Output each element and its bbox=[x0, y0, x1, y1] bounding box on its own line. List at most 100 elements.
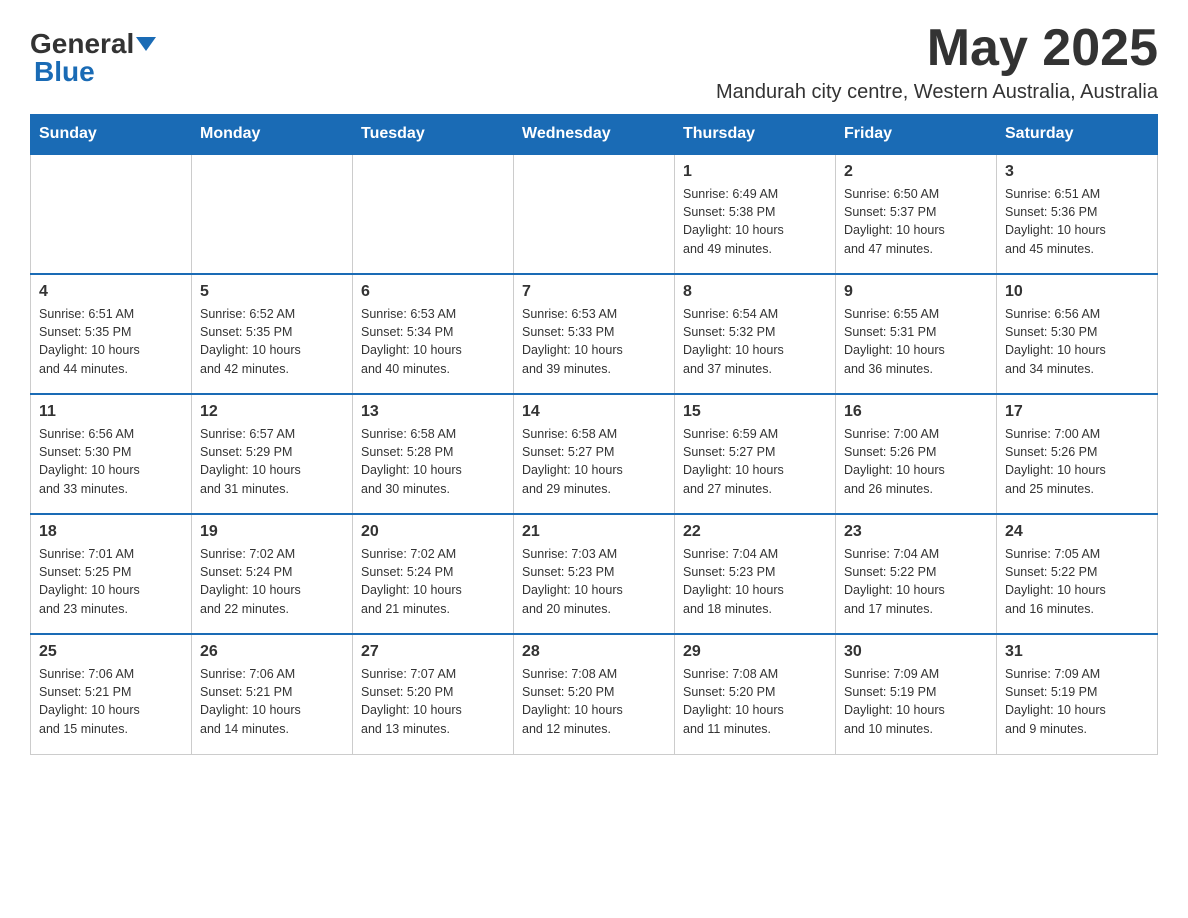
table-row: 30Sunrise: 7:09 AM Sunset: 5:19 PM Dayli… bbox=[836, 634, 997, 754]
table-row bbox=[192, 154, 353, 274]
day-number: 18 bbox=[39, 523, 183, 541]
day-info: Sunrise: 7:05 AM Sunset: 5:22 PM Dayligh… bbox=[1005, 545, 1149, 618]
col-header-friday: Friday bbox=[836, 115, 997, 155]
day-number: 10 bbox=[1005, 283, 1149, 301]
day-info: Sunrise: 6:49 AM Sunset: 5:38 PM Dayligh… bbox=[683, 185, 827, 258]
day-number: 3 bbox=[1005, 163, 1149, 181]
day-number: 5 bbox=[200, 283, 344, 301]
table-row: 27Sunrise: 7:07 AM Sunset: 5:20 PM Dayli… bbox=[353, 634, 514, 754]
day-info: Sunrise: 6:58 AM Sunset: 5:28 PM Dayligh… bbox=[361, 425, 505, 498]
day-number: 14 bbox=[522, 403, 666, 421]
table-row: 23 Sunrise: 7:04 AM Sunset: 5:22 PM Dayli… bbox=[836, 514, 997, 634]
day-info: Sunrise: 7:08 AM Sunset: 5:20 PM Dayligh… bbox=[522, 665, 666, 738]
day-info: Sunrise: 6:53 AM Sunset: 5:33 PM Dayligh… bbox=[522, 305, 666, 378]
col-header-sunday: Sunday bbox=[31, 115, 192, 155]
day-number: 15 bbox=[683, 403, 827, 421]
subtitle: Mandurah city centre, Western Australia,… bbox=[716, 81, 1158, 104]
day-info: Sunrise: 7:02 AM Sunset: 5:24 PM Dayligh… bbox=[200, 545, 344, 618]
day-number: 1 bbox=[683, 163, 827, 181]
calendar-week-3: 11 Sunrise: 6:56 AM Sunset: 5:30 PM Dayli… bbox=[31, 394, 1158, 514]
table-row: 10Sunrise: 6:56 AM Sunset: 5:30 PM Dayli… bbox=[997, 274, 1158, 394]
table-row: 18 Sunrise: 7:01 AM Sunset: 5:25 PM Dayli… bbox=[31, 514, 192, 634]
table-row: 19Sunrise: 7:02 AM Sunset: 5:24 PM Dayli… bbox=[192, 514, 353, 634]
table-row: 8 Sunrise: 6:54 AM Sunset: 5:32 PM Daylig… bbox=[675, 274, 836, 394]
table-row: 4 Sunrise: 6:51 AM Sunset: 5:35 PM Daylig… bbox=[31, 274, 192, 394]
table-row bbox=[353, 154, 514, 274]
table-row: 24 Sunrise: 7:05 AM Sunset: 5:22 PM Dayli… bbox=[997, 514, 1158, 634]
table-row: 6Sunrise: 6:53 AM Sunset: 5:34 PM Daylig… bbox=[353, 274, 514, 394]
day-info: Sunrise: 6:55 AM Sunset: 5:31 PM Dayligh… bbox=[844, 305, 988, 378]
table-row: 26Sunrise: 7:06 AM Sunset: 5:21 PM Dayli… bbox=[192, 634, 353, 754]
day-info: Sunrise: 7:03 AM Sunset: 5:23 PM Dayligh… bbox=[522, 545, 666, 618]
calendar-week-5: 25 Sunrise: 7:06 AM Sunset: 5:21 PM Dayli… bbox=[31, 634, 1158, 754]
day-info: Sunrise: 6:50 AM Sunset: 5:37 PM Dayligh… bbox=[844, 185, 988, 258]
table-row bbox=[514, 154, 675, 274]
table-row: 11 Sunrise: 6:56 AM Sunset: 5:30 PM Dayli… bbox=[31, 394, 192, 514]
table-row: 17 Sunrise: 7:00 AM Sunset: 5:26 PM Dayli… bbox=[997, 394, 1158, 514]
table-row bbox=[31, 154, 192, 274]
table-row: 25 Sunrise: 7:06 AM Sunset: 5:21 PM Dayli… bbox=[31, 634, 192, 754]
day-number: 4 bbox=[39, 283, 183, 301]
table-row: 21 Sunrise: 7:03 AM Sunset: 5:23 PM Dayli… bbox=[514, 514, 675, 634]
col-header-monday: Monday bbox=[192, 115, 353, 155]
day-number: 26 bbox=[200, 643, 344, 661]
calendar-table: SundayMondayTuesdayWednesdayThursdayFrid… bbox=[30, 114, 1158, 755]
logo-blue: Blue bbox=[34, 58, 95, 86]
day-number: 24 bbox=[1005, 523, 1149, 541]
day-info: Sunrise: 7:08 AM Sunset: 5:20 PM Dayligh… bbox=[683, 665, 827, 738]
day-number: 21 bbox=[522, 523, 666, 541]
day-info: Sunrise: 6:51 AM Sunset: 5:36 PM Dayligh… bbox=[1005, 185, 1149, 258]
calendar-header-row: SundayMondayTuesdayWednesdayThursdayFrid… bbox=[31, 115, 1158, 155]
day-info: Sunrise: 7:00 AM Sunset: 5:26 PM Dayligh… bbox=[1005, 425, 1149, 498]
day-number: 2 bbox=[844, 163, 988, 181]
day-info: Sunrise: 7:09 AM Sunset: 5:19 PM Dayligh… bbox=[1005, 665, 1149, 738]
day-info: Sunrise: 6:54 AM Sunset: 5:32 PM Dayligh… bbox=[683, 305, 827, 378]
logo: General Blue bbox=[30, 20, 156, 86]
table-row: 3 Sunrise: 6:51 AM Sunset: 5:36 PM Daylig… bbox=[997, 154, 1158, 274]
day-number: 31 bbox=[1005, 643, 1149, 661]
day-info: Sunrise: 6:59 AM Sunset: 5:27 PM Dayligh… bbox=[683, 425, 827, 498]
table-row: 22 Sunrise: 7:04 AM Sunset: 5:23 PM Dayli… bbox=[675, 514, 836, 634]
col-header-saturday: Saturday bbox=[997, 115, 1158, 155]
day-number: 17 bbox=[1005, 403, 1149, 421]
day-number: 7 bbox=[522, 283, 666, 301]
table-row: 1 Sunrise: 6:49 AM Sunset: 5:38 PM Daylig… bbox=[675, 154, 836, 274]
day-info: Sunrise: 6:53 AM Sunset: 5:34 PM Dayligh… bbox=[361, 305, 505, 378]
day-number: 23 bbox=[844, 523, 988, 541]
day-info: Sunrise: 6:58 AM Sunset: 5:27 PM Dayligh… bbox=[522, 425, 666, 498]
day-info: Sunrise: 7:04 AM Sunset: 5:22 PM Dayligh… bbox=[844, 545, 988, 618]
day-info: Sunrise: 7:04 AM Sunset: 5:23 PM Dayligh… bbox=[683, 545, 827, 618]
logo-triangle-icon bbox=[136, 37, 156, 51]
day-info: Sunrise: 7:01 AM Sunset: 5:25 PM Dayligh… bbox=[39, 545, 183, 618]
table-row: 9 Sunrise: 6:55 AM Sunset: 5:31 PM Daylig… bbox=[836, 274, 997, 394]
day-number: 9 bbox=[844, 283, 988, 301]
day-number: 25 bbox=[39, 643, 183, 661]
day-info: Sunrise: 7:02 AM Sunset: 5:24 PM Dayligh… bbox=[361, 545, 505, 618]
day-number: 11 bbox=[39, 403, 183, 421]
month-title: May 2025 bbox=[716, 20, 1158, 77]
table-row: 16 Sunrise: 7:00 AM Sunset: 5:26 PM Dayli… bbox=[836, 394, 997, 514]
day-info: Sunrise: 6:51 AM Sunset: 5:35 PM Dayligh… bbox=[39, 305, 183, 378]
col-header-thursday: Thursday bbox=[675, 115, 836, 155]
day-info: Sunrise: 6:56 AM Sunset: 5:30 PM Dayligh… bbox=[39, 425, 183, 498]
day-info: Sunrise: 7:00 AM Sunset: 5:26 PM Dayligh… bbox=[844, 425, 988, 498]
day-info: Sunrise: 7:07 AM Sunset: 5:20 PM Dayligh… bbox=[361, 665, 505, 738]
table-row: 15 Sunrise: 6:59 AM Sunset: 5:27 PM Dayli… bbox=[675, 394, 836, 514]
table-row: 2 Sunrise: 6:50 AM Sunset: 5:37 PM Daylig… bbox=[836, 154, 997, 274]
calendar-week-2: 4 Sunrise: 6:51 AM Sunset: 5:35 PM Daylig… bbox=[31, 274, 1158, 394]
table-row: 31 Sunrise: 7:09 AM Sunset: 5:19 PM Dayli… bbox=[997, 634, 1158, 754]
table-row: 20 Sunrise: 7:02 AM Sunset: 5:24 PM Dayli… bbox=[353, 514, 514, 634]
title-block: May 2025 Mandurah city centre, Western A… bbox=[716, 20, 1158, 104]
day-info: Sunrise: 7:06 AM Sunset: 5:21 PM Dayligh… bbox=[39, 665, 183, 738]
day-info: Sunrise: 6:57 AM Sunset: 5:29 PM Dayligh… bbox=[200, 425, 344, 498]
calendar-week-1: 1 Sunrise: 6:49 AM Sunset: 5:38 PM Daylig… bbox=[31, 154, 1158, 274]
day-number: 29 bbox=[683, 643, 827, 661]
day-number: 20 bbox=[361, 523, 505, 541]
day-number: 16 bbox=[844, 403, 988, 421]
day-number: 8 bbox=[683, 283, 827, 301]
day-number: 22 bbox=[683, 523, 827, 541]
table-row: 7 Sunrise: 6:53 AM Sunset: 5:33 PM Daylig… bbox=[514, 274, 675, 394]
day-number: 28 bbox=[522, 643, 666, 661]
calendar-week-4: 18 Sunrise: 7:01 AM Sunset: 5:25 PM Dayli… bbox=[31, 514, 1158, 634]
table-row: 13Sunrise: 6:58 AM Sunset: 5:28 PM Dayli… bbox=[353, 394, 514, 514]
